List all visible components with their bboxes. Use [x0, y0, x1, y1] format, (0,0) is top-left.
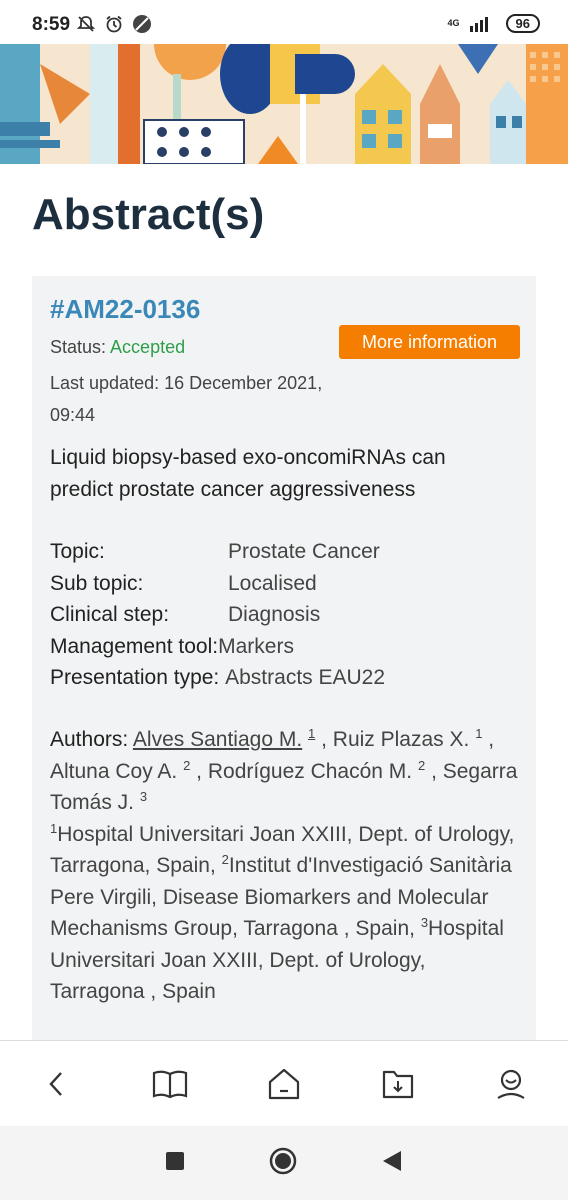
meta-row-topic: Topic: Prostate Cancer [50, 536, 520, 568]
meta-label: Presentation type: [50, 666, 220, 689]
author-affiliation-number: 2 [183, 757, 191, 773]
header-banner [0, 44, 568, 164]
home-circle-icon [269, 1147, 297, 1174]
nav-back-button[interactable] [27, 1054, 87, 1114]
meta-value: Markers [218, 634, 294, 658]
abstract-card: #AM22-0136 More information Status: Acce… [32, 276, 536, 1056]
status-bar: 8:59 4G 96 [0, 0, 568, 44]
meta-row-clinical-step: Clinical step: Diagnosis [50, 599, 520, 631]
meta-value: Diagnosis [228, 603, 321, 626]
network-type: 4G [447, 18, 460, 28]
meta-row-presentation-type: Presentation type: Abstracts EAU22 [50, 662, 520, 694]
meta-label: Sub topic: [50, 571, 144, 595]
abstract-meta: Topic: Prostate Cancer Sub topic: Locali… [50, 536, 520, 694]
abstract-title: Liquid biopsy-based exo-oncomiRNAs can p… [50, 446, 446, 501]
nav-download-button[interactable] [368, 1054, 428, 1114]
profile-icon [497, 1069, 525, 1099]
meta-label: Management tool: [50, 634, 219, 658]
page-title: Abstract(s) [32, 190, 265, 239]
home-system-button[interactable] [269, 1147, 297, 1180]
status-value: Accepted [110, 337, 186, 357]
meta-value: Abstracts EAU22 [225, 666, 386, 689]
alarm-icon [106, 15, 122, 33]
book-icon [153, 1070, 188, 1099]
system-indicators: 4G 96 [448, 14, 540, 33]
muted-bell-icon [76, 16, 96, 32]
author-name: Rodríguez Chacón M. [207, 759, 413, 783]
clock: 8:59 [32, 14, 71, 35]
author-affiliation-number: 1 [475, 726, 483, 741]
meta-row-sub-topic: Sub topic: Localised [50, 568, 520, 600]
nav-home-button[interactable] [254, 1054, 314, 1114]
status-line: Status: Accepted [50, 337, 185, 358]
meta-row-management-tool: Management tool: Markers [50, 631, 520, 663]
home-icon [268, 1068, 300, 1100]
author-name: Ruiz Plazas X. [332, 728, 470, 751]
author-affiliation-number: 3 [139, 789, 148, 804]
download-icon [382, 1070, 413, 1099]
last-updated: Last updated: 16 December 2021, 09:44 [50, 373, 323, 425]
banner-illustration [0, 44, 568, 164]
nav-book-button[interactable] [140, 1054, 200, 1114]
meta-label: Clinical step: [50, 603, 170, 626]
recents-icon [166, 1151, 184, 1170]
author-name: Altuna Coy A. [50, 759, 178, 783]
meta-value: Prostate Cancer [228, 540, 380, 563]
author-affiliation-number: 2 [417, 757, 426, 773]
author-link[interactable]: Alves Santiago M. [133, 728, 302, 751]
meta-value: Localised [228, 571, 317, 595]
abstract-id: #AM22-0136 [50, 294, 201, 324]
authors-label: Authors: [50, 728, 129, 751]
meta-label: Topic: [50, 540, 105, 563]
recents-button[interactable] [165, 1151, 185, 1176]
bottom-navigation [0, 1040, 568, 1127]
back-system-button[interactable] [381, 1150, 403, 1177]
battery-level: 96 [505, 14, 540, 33]
back-triangle-icon [383, 1150, 401, 1171]
authors-block: Authors: Alves Santiago M. 1 , Ruiz Plaz… [50, 726, 518, 1003]
affiliation-number: 2 [221, 852, 229, 867]
affiliation-number: 3 [420, 915, 429, 930]
status-label: Status: [50, 337, 111, 357]
more-information-button[interactable]: More information [339, 325, 520, 359]
system-navigation-bar [0, 1126, 568, 1200]
nav-profile-button[interactable] [481, 1054, 541, 1114]
back-icon [49, 1072, 62, 1096]
signal-icon [469, 16, 488, 32]
notification-icons [76, 14, 152, 34]
author-affiliation-number: 1 [308, 726, 316, 741]
app-status-icon [133, 15, 151, 33]
